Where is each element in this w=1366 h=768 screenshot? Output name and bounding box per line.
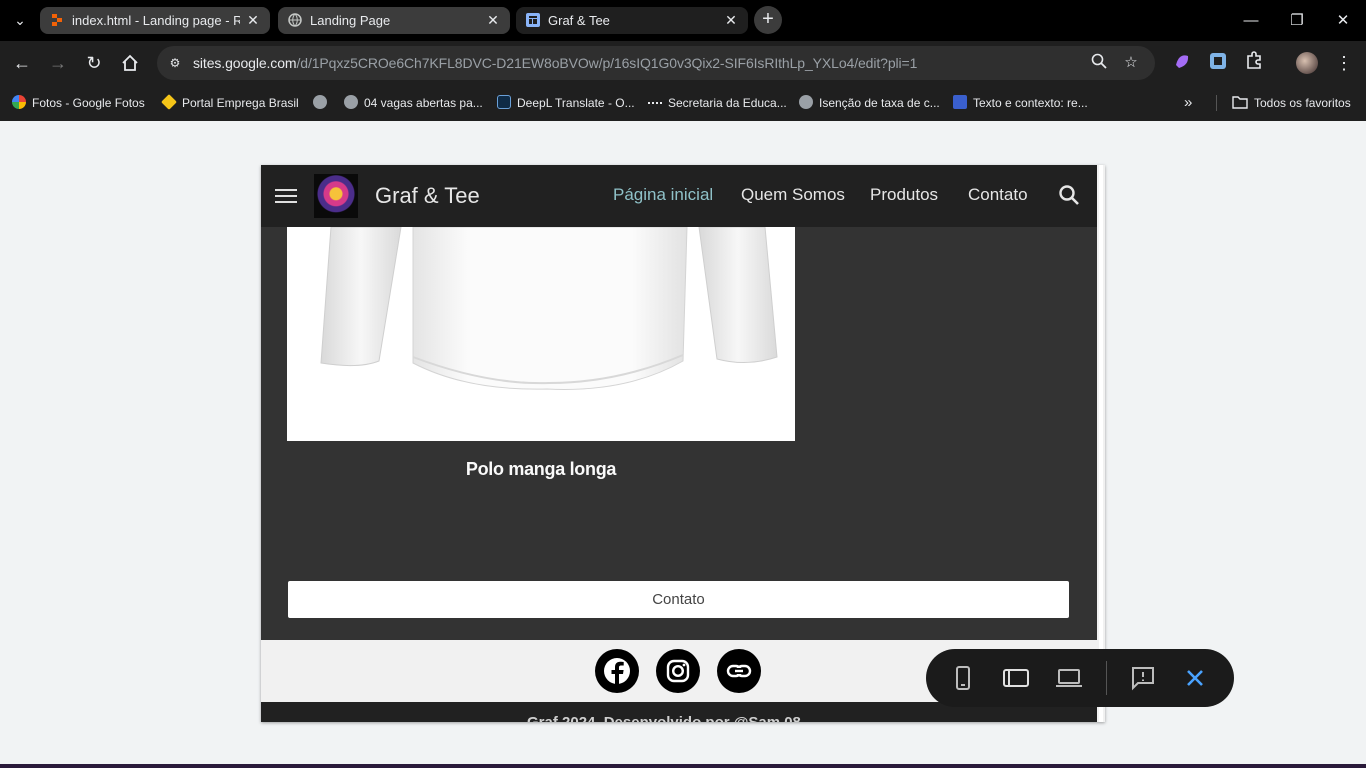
feedback-icon[interactable] — [1129, 664, 1157, 692]
product-name: Polo manga longa — [465, 459, 617, 479]
extension-icon[interactable] — [1171, 50, 1193, 72]
bookmark-item[interactable]: Portal Emprega Brasil — [161, 93, 299, 113]
google-photos-icon — [12, 95, 26, 109]
globe-icon — [313, 95, 327, 109]
tab-title: Landing Page — [310, 13, 391, 28]
address-url: sites.google.com/d/1Pqxz5CROe6Ch7KFL8DVC… — [193, 55, 918, 71]
close-tab-icon[interactable]: ✕ — [484, 11, 502, 29]
bookmarks-bar: Fotos - Google Fotos Portal Emprega Bras… — [0, 85, 1366, 121]
bookmark-item[interactable]: DeepL Translate - O... — [497, 93, 635, 113]
home-button[interactable] — [116, 49, 144, 77]
scrollbar-thumb[interactable] — [1099, 165, 1103, 722]
portal-icon — [161, 94, 177, 110]
zoom-icon-glyph — [1091, 53, 1107, 69]
hamburger-menu-icon[interactable] — [275, 185, 299, 207]
browser-menu-button[interactable]: ⋮ — [1330, 49, 1358, 77]
address-bar[interactable]: ⚙ sites.google.com/d/1Pqxz5CROe6Ch7KFL8D… — [157, 46, 1155, 80]
deepl-icon — [497, 95, 511, 109]
browser-toolbar: ← → ↻ ⚙ sites.google.com/d/1Pqxz5CROe6Ch… — [0, 41, 1366, 85]
nav-home[interactable]: Página inicial — [613, 185, 713, 205]
nav-products[interactable]: Produtos — [870, 185, 938, 205]
globe-icon — [799, 95, 813, 109]
close-tab-icon[interactable]: ✕ — [244, 11, 262, 29]
browser-tab-bar: ⌄ index.html - Landing page - Replit ✕ L… — [0, 0, 1366, 41]
bookmark-item[interactable]: Fotos - Google Fotos — [12, 93, 145, 113]
extensions-puzzle-icon[interactable] — [1243, 50, 1265, 72]
instagram-icon — [666, 659, 690, 683]
site-info-icon[interactable]: ⚙ — [165, 53, 185, 73]
globe-icon — [344, 95, 358, 109]
cube-extension-icon[interactable] — [1207, 50, 1229, 72]
bookmark-item[interactable]: 04 vagas abertas pa... — [344, 93, 483, 113]
zoom-icon[interactable] — [1089, 53, 1109, 73]
dash-icon — [648, 102, 662, 104]
link-icon — [726, 664, 752, 678]
long-sleeve-shirt-image — [320, 227, 778, 390]
close-tab-icon[interactable]: ✕ — [722, 11, 740, 29]
restore-button[interactable]: ❐ — [1274, 0, 1320, 41]
preview-toolbar — [926, 649, 1234, 707]
site-header: Graf & Tee Página inicial Quem Somos Pro… — [261, 165, 1097, 227]
copyright-text: Graf 2024. Desenvolvido por @Sam 08 — [527, 714, 801, 722]
bookmark-star-icon[interactable]: ☆ — [1121, 53, 1141, 73]
back-button[interactable]: ← — [8, 49, 36, 77]
minimize-button[interactable]: — — [1228, 0, 1274, 41]
folder-icon — [1232, 96, 1248, 109]
bookmark-item[interactable]: Isenção de taxa de c... — [799, 93, 940, 113]
preview-scrollbar[interactable] — [1097, 165, 1105, 722]
scielo-icon — [953, 95, 967, 109]
bookmark-item[interactable]: Secretaria da Educa... — [648, 93, 787, 113]
phone-preview-icon[interactable] — [949, 664, 977, 692]
contact-button[interactable]: Contato — [288, 581, 1069, 618]
more-bookmarks-button[interactable]: » — [1184, 93, 1192, 113]
product-image[interactable] — [287, 227, 795, 441]
tab-title: index.html - Landing page - Replit — [72, 13, 240, 28]
divider — [1106, 661, 1107, 695]
replit-icon — [52, 14, 62, 26]
desktop-preview-icon[interactable] — [1055, 664, 1083, 692]
forward-button[interactable]: → — [44, 49, 72, 77]
site-preview-frame: Graf & Tee Página inicial Quem Somos Pro… — [261, 165, 1105, 722]
nav-about[interactable]: Quem Somos — [741, 185, 845, 205]
tab-title: Graf & Tee — [548, 13, 610, 28]
facebook-link[interactable] — [595, 649, 639, 693]
tab-replit[interactable]: index.html - Landing page - Replit ✕ — [40, 7, 270, 34]
tablet-preview-icon[interactable] — [1002, 664, 1030, 692]
google-sites-icon — [526, 13, 540, 27]
reload-button[interactable]: ↻ — [80, 49, 108, 77]
globe-icon — [288, 13, 302, 27]
close-preview-icon[interactable] — [1181, 664, 1209, 692]
tab-graf-tee[interactable]: Graf & Tee ✕ — [516, 7, 748, 34]
site-title[interactable]: Graf & Tee — [375, 183, 480, 209]
new-tab-button[interactable]: + — [754, 6, 782, 34]
bookmark-item[interactable]: Texto e contexto: re... — [953, 93, 1088, 113]
facebook-icon — [604, 658, 630, 685]
nav-contact[interactable]: Contato — [968, 185, 1028, 205]
instagram-link[interactable] — [656, 649, 700, 693]
taskbar-edge — [0, 764, 1366, 768]
profile-avatar[interactable] — [1296, 52, 1318, 74]
all-bookmarks-folder[interactable]: Todos os favoritos — [1232, 93, 1351, 113]
bookmark-item[interactable] — [313, 93, 333, 113]
tab-landing-page[interactable]: Landing Page ✕ — [278, 7, 510, 34]
divider — [1216, 95, 1217, 111]
search-icon[interactable] — [1058, 184, 1080, 206]
website-link[interactable] — [717, 649, 761, 693]
home-icon — [122, 54, 138, 71]
site-logo[interactable] — [314, 174, 358, 218]
close-window-button[interactable]: ✕ — [1320, 0, 1366, 41]
tab-search-button[interactable]: ⌄ — [8, 8, 32, 32]
